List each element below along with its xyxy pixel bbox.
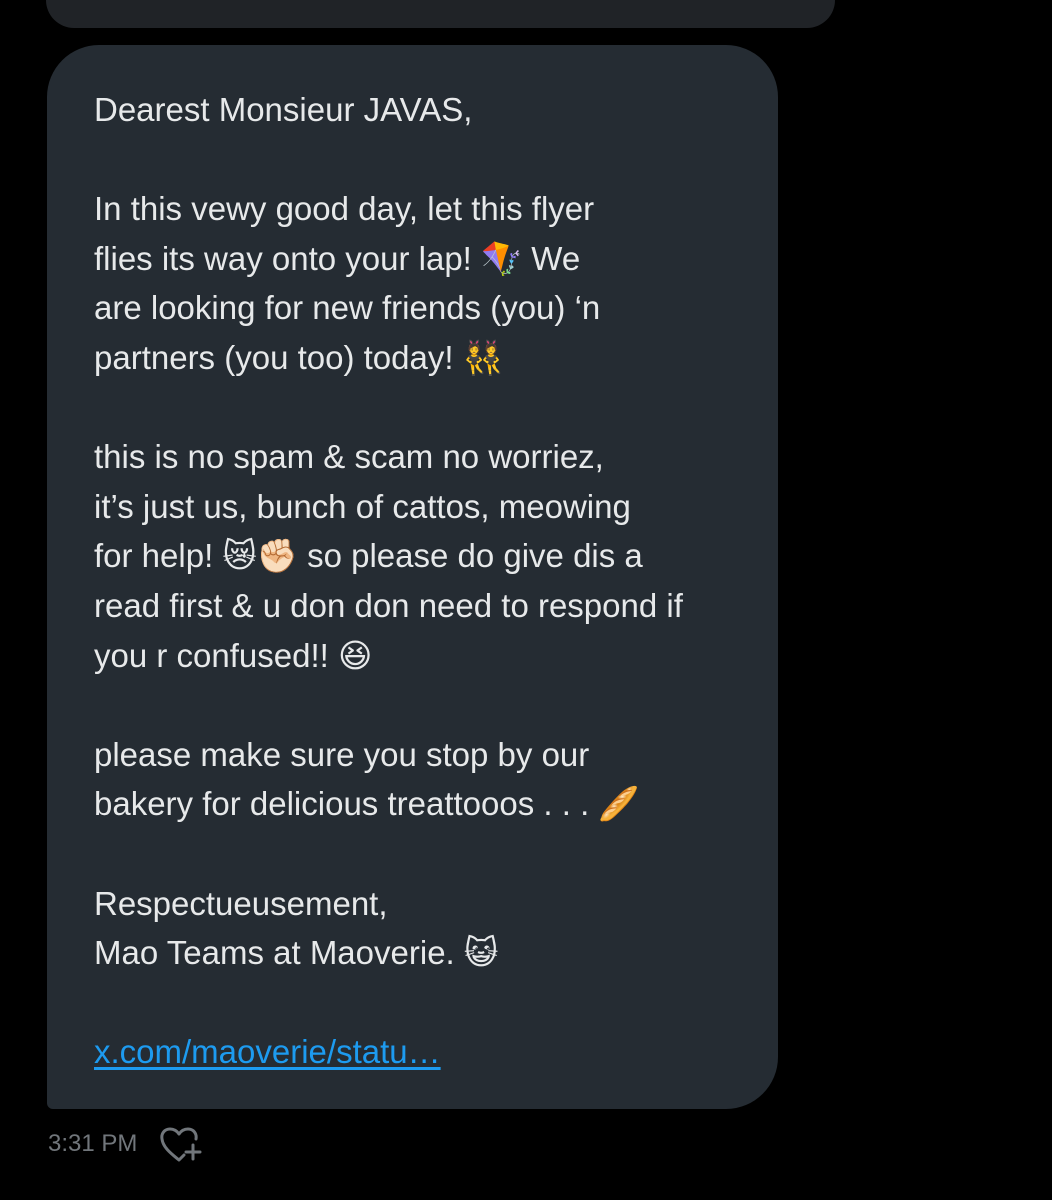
message-timestamp: 3:31 PM [48,1130,138,1157]
message-line: partners (you too) today! 👯 [94,338,504,376]
message-link[interactable]: x.com/maoverie/statu… [94,1027,441,1077]
message-paragraph-link: x.com/maoverie/statu… [94,1027,748,1077]
message-line: In this vewy good day, let this flyer [94,190,595,228]
message-line: Dearest Monsieur JAVAS, [94,91,473,128]
message-line: read first & u don don need to respond i… [94,586,683,624]
message-paragraph-signoff: Respectueusement, Mao Teams at Maoverie.… [94,879,748,978]
message-line: for help! 😿✊🏻 so please do give dis a [94,537,643,575]
message-paragraph-greeting: Dearest Monsieur JAVAS, [94,85,748,135]
message-line: please make sure you stop by our [94,735,590,773]
message-line: it’s just us, bunch of cattos, meowing [94,487,631,525]
message-line: bakery for delicious treattooos . . . 🥖 [94,785,640,823]
message-line: Respectueusement, [94,884,388,922]
message-line: are looking for new friends (you) ‘n [94,289,601,327]
heart-plus-icon [160,1127,202,1162]
message-bubble: Dearest Monsieur JAVAS, In this vewy goo… [47,45,778,1109]
message-line: this is no spam & scam no worriez, [94,438,604,476]
message-line: Mao Teams at Maoverie. 😺 [94,934,499,972]
message-paragraph-bakery: please make sure you stop by our bakery … [94,730,748,829]
message-line: you r confused!! 😆 [94,636,373,674]
message-paragraph-assurance: this is no spam & scam no worriez, it’s … [94,432,748,680]
previous-message-bubble [46,0,835,28]
add-reaction-button[interactable] [157,1124,205,1164]
message-paragraph-intro: In this vewy good day, let this flyer fl… [94,184,748,382]
message-line: flies its way onto your lap! 🪁 We [94,239,581,277]
message-meta: 3:31 PM [48,1124,205,1164]
